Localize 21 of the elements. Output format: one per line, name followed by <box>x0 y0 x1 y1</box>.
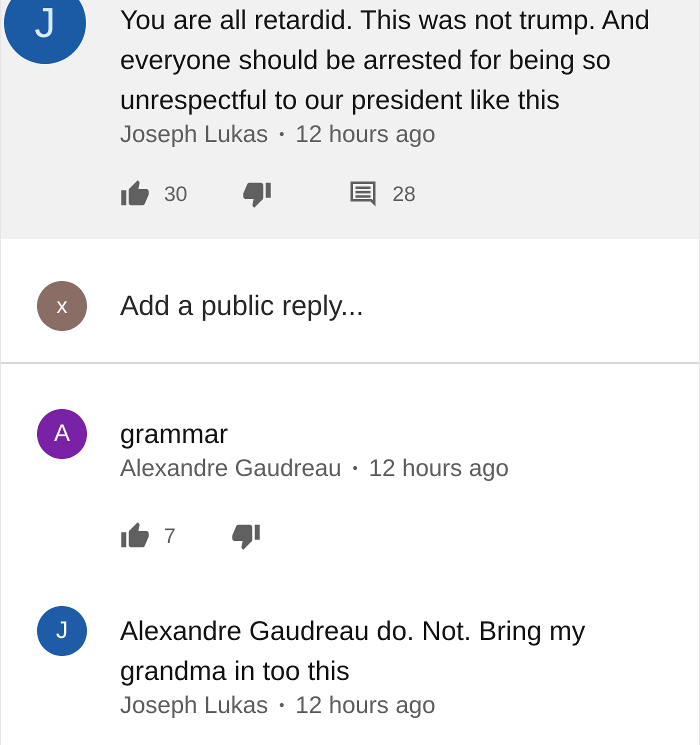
comment-text: You are all retardid. This was not trump. And everyone should be arrested for being so unrespectful to our president like this <box>120 4 651 117</box>
replies-button[interactable]: 28 <box>348 179 416 209</box>
avatar: A <box>37 409 87 459</box>
separator-dot: • <box>352 459 358 479</box>
separator-dot: • <box>279 125 284 145</box>
author-name[interactable]: Joseph Lukas <box>120 121 268 149</box>
timestamp[interactable]: 12 hours ago <box>295 121 436 149</box>
like-button[interactable]: 7 <box>120 521 176 551</box>
timestamp[interactable]: 12 hours ago <box>368 455 509 483</box>
author-name[interactable]: Joseph Lukas <box>120 692 268 720</box>
comment-text: Alexandre Gaudreau do. Not. Bring my grandma in too this <box>120 615 586 688</box>
comment-text: grammar <box>120 418 230 451</box>
avatar: J <box>4 0 86 64</box>
comment-icon <box>348 179 378 209</box>
timestamp[interactable]: 12 hours ago <box>295 692 436 720</box>
like-button[interactable]: 30 <box>120 179 188 209</box>
avatar: x <box>37 280 87 330</box>
separator-dot: • <box>279 696 284 716</box>
author-name[interactable]: Alexandre Gaudreau <box>120 455 342 483</box>
reply-field[interactable]: Add a public reply... <box>120 286 540 326</box>
avatar: J <box>37 606 87 656</box>
